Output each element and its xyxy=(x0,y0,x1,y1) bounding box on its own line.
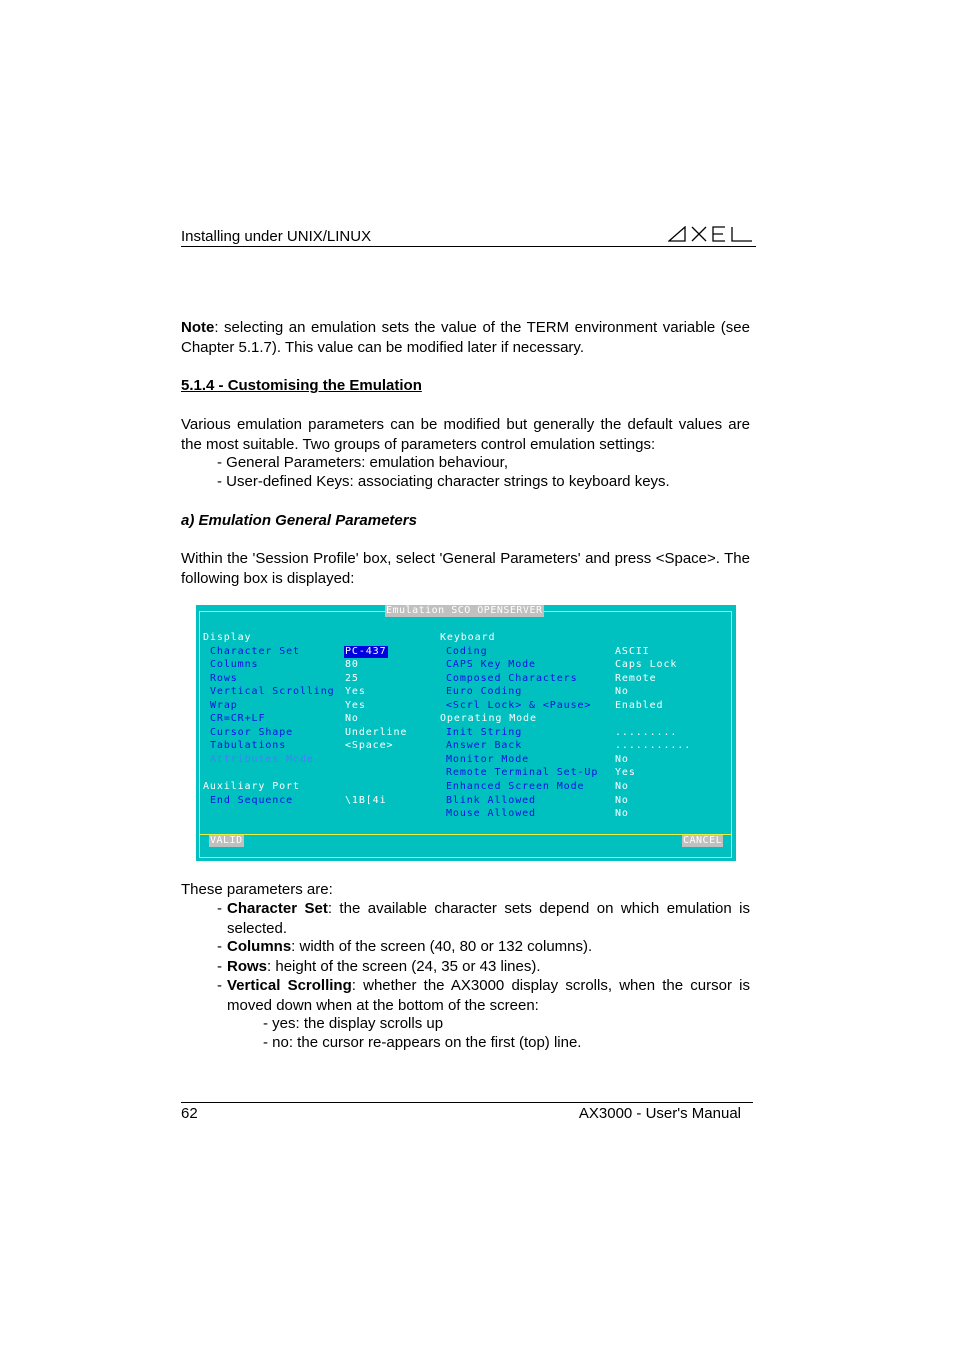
param-label-monitor-mode[interactable]: Monitor Mode xyxy=(446,754,529,766)
footer-title: AX3000 - User's Manual xyxy=(578,1105,741,1122)
param-label-remote-terminal-setup[interactable]: Remote Terminal Set-Up xyxy=(446,767,598,779)
axel-logo xyxy=(668,226,754,242)
param-value-euro-coding[interactable]: No xyxy=(615,686,629,698)
parameters-intro: These parameters are: xyxy=(181,881,333,898)
param-value-vertical-scrolling[interactable]: Yes xyxy=(345,686,366,698)
header-title: Installing under UNIX/LINUX xyxy=(181,228,372,245)
bullet-dash: - xyxy=(217,900,222,917)
note-paragraph: Note: selecting an emulation sets the va… xyxy=(181,318,750,357)
keyboard-heading: Keyboard xyxy=(440,632,496,643)
param-label-euro-coding[interactable]: Euro Coding xyxy=(446,686,522,698)
param-value-caps-key-mode[interactable]: Caps Lock xyxy=(615,659,677,671)
param-label-composed-characters[interactable]: Composed Characters xyxy=(446,673,578,685)
parameter-term: Rows xyxy=(227,958,268,975)
param-value-rows[interactable]: 25 xyxy=(345,673,359,685)
parameter-item: - Rows: height of the screen (24, 35 or … xyxy=(217,957,750,977)
param-value-end-sequence[interactable]: \1B[4i xyxy=(345,795,387,807)
operating-mode-heading: Operating Mode xyxy=(440,713,537,724)
parameter-item: - Vertical Scrolling: whether the AX3000… xyxy=(217,976,750,1015)
param-label-vertical-scrolling[interactable]: Vertical Scrolling xyxy=(210,686,335,698)
valid-button[interactable]: VALID xyxy=(209,835,244,847)
param-label-blink-allowed[interactable]: Blink Allowed xyxy=(446,795,536,807)
param-value-character-set[interactable]: PC-437 xyxy=(344,646,388,658)
axel-logo-icon xyxy=(668,226,752,242)
emulation-dialog: Emulation SCO OPENSERVER Display Charact… xyxy=(196,605,736,861)
parameter-desc: : width of the screen (40, 80 or 132 col… xyxy=(291,938,593,955)
param-label-columns[interactable]: Columns xyxy=(210,659,258,671)
param-value-monitor-mode[interactable]: No xyxy=(615,754,629,766)
page-header: Installing under UNIX/LINUX xyxy=(181,226,756,247)
param-label-character-set[interactable]: Character Set xyxy=(210,646,300,658)
parameter-desc: : height of the screen (24, 35 or 43 lin… xyxy=(267,958,541,975)
parameter-item: - Character Set: the available character… xyxy=(217,899,750,938)
param-value-scrl-lock-pause[interactable]: Enabled xyxy=(615,700,663,712)
bullet-dash: - xyxy=(217,977,222,994)
bullet-dash: - xyxy=(217,938,222,955)
section-heading: 5.1.4 - Customising the Emulation xyxy=(181,377,422,394)
param-value-tabulations[interactable]: <Space> xyxy=(345,740,393,752)
param-value-init-string[interactable]: ......... xyxy=(615,727,677,739)
param-value-remote-terminal-setup[interactable]: Yes xyxy=(615,767,636,779)
param-label-wrap[interactable]: Wrap xyxy=(210,700,238,712)
param-label-attributes-mode: Attributes Mode xyxy=(210,754,314,765)
display-heading: Display xyxy=(203,632,252,643)
param-value-cursor-shape[interactable]: Underline xyxy=(345,727,407,739)
param-value-coding[interactable]: ASCII xyxy=(615,646,650,658)
cancel-button[interactable]: CANCEL xyxy=(682,835,724,847)
section-intro: Various emulation parameters can be modi… xyxy=(181,416,750,453)
bullet-dash: - xyxy=(217,958,222,975)
param-label-end-sequence[interactable]: End Sequence xyxy=(210,795,293,807)
subsection-heading: a) Emulation General Parameters xyxy=(181,512,417,529)
param-label-tabulations[interactable]: Tabulations xyxy=(210,740,286,752)
param-value-mouse-allowed[interactable]: No xyxy=(615,808,629,820)
param-label-cr-lf[interactable]: CR=CR+LF xyxy=(210,713,265,725)
note-text: : selecting an emulation sets the value … xyxy=(181,319,750,356)
page-footer: 62 AX3000 - User's Manual xyxy=(181,1102,753,1125)
param-label-init-string[interactable]: Init String xyxy=(446,727,522,739)
auxiliary-port-heading: Auxiliary Port xyxy=(203,781,300,792)
parameter-term: Vertical Scrolling xyxy=(227,977,352,994)
param-label-mouse-allowed[interactable]: Mouse Allowed xyxy=(446,808,536,820)
param-label-caps-key-mode[interactable]: CAPS Key Mode xyxy=(446,659,536,671)
param-value-wrap[interactable]: Yes xyxy=(345,700,366,712)
param-value-cr-lf[interactable]: No xyxy=(345,713,359,725)
param-value-composed-characters[interactable]: Remote xyxy=(615,673,657,685)
param-value-enhanced-screen-mode[interactable]: No xyxy=(615,781,629,793)
group-item: - User-defined Keys: associating charact… xyxy=(217,473,670,490)
param-label-scrl-lock-pause[interactable]: <Scrl Lock> & <Pause> xyxy=(446,700,591,712)
parameter-item: - Columns: width of the screen (40, 80 o… xyxy=(217,937,750,957)
param-label-coding[interactable]: Coding xyxy=(446,646,488,658)
param-value-answer-back[interactable]: ........... xyxy=(615,740,691,752)
param-label-rows[interactable]: Rows xyxy=(210,673,238,685)
dialog-separator xyxy=(199,834,732,835)
group-item: - General Parameters: emulation behaviou… xyxy=(217,454,508,471)
dialog-title: Emulation SCO OPENSERVER xyxy=(385,605,544,617)
scroll-option: - no: the cursor re-appears on the first… xyxy=(263,1034,582,1051)
param-value-blink-allowed[interactable]: No xyxy=(615,795,629,807)
param-label-answer-back[interactable]: Answer Back xyxy=(446,740,522,752)
page-number: 62 xyxy=(181,1105,198,1122)
parameter-term: Character Set xyxy=(227,900,328,917)
param-value-columns[interactable]: 80 xyxy=(345,659,359,671)
param-label-cursor-shape[interactable]: Cursor Shape xyxy=(210,727,293,739)
subsection-text: Within the 'Session Profile' box, select… xyxy=(181,550,750,587)
parameter-term: Columns xyxy=(227,938,292,955)
param-label-enhanced-screen-mode[interactable]: Enhanced Screen Mode xyxy=(446,781,584,793)
scroll-option: - yes: the display scrolls up xyxy=(263,1015,444,1032)
note-label: Note xyxy=(181,319,215,336)
